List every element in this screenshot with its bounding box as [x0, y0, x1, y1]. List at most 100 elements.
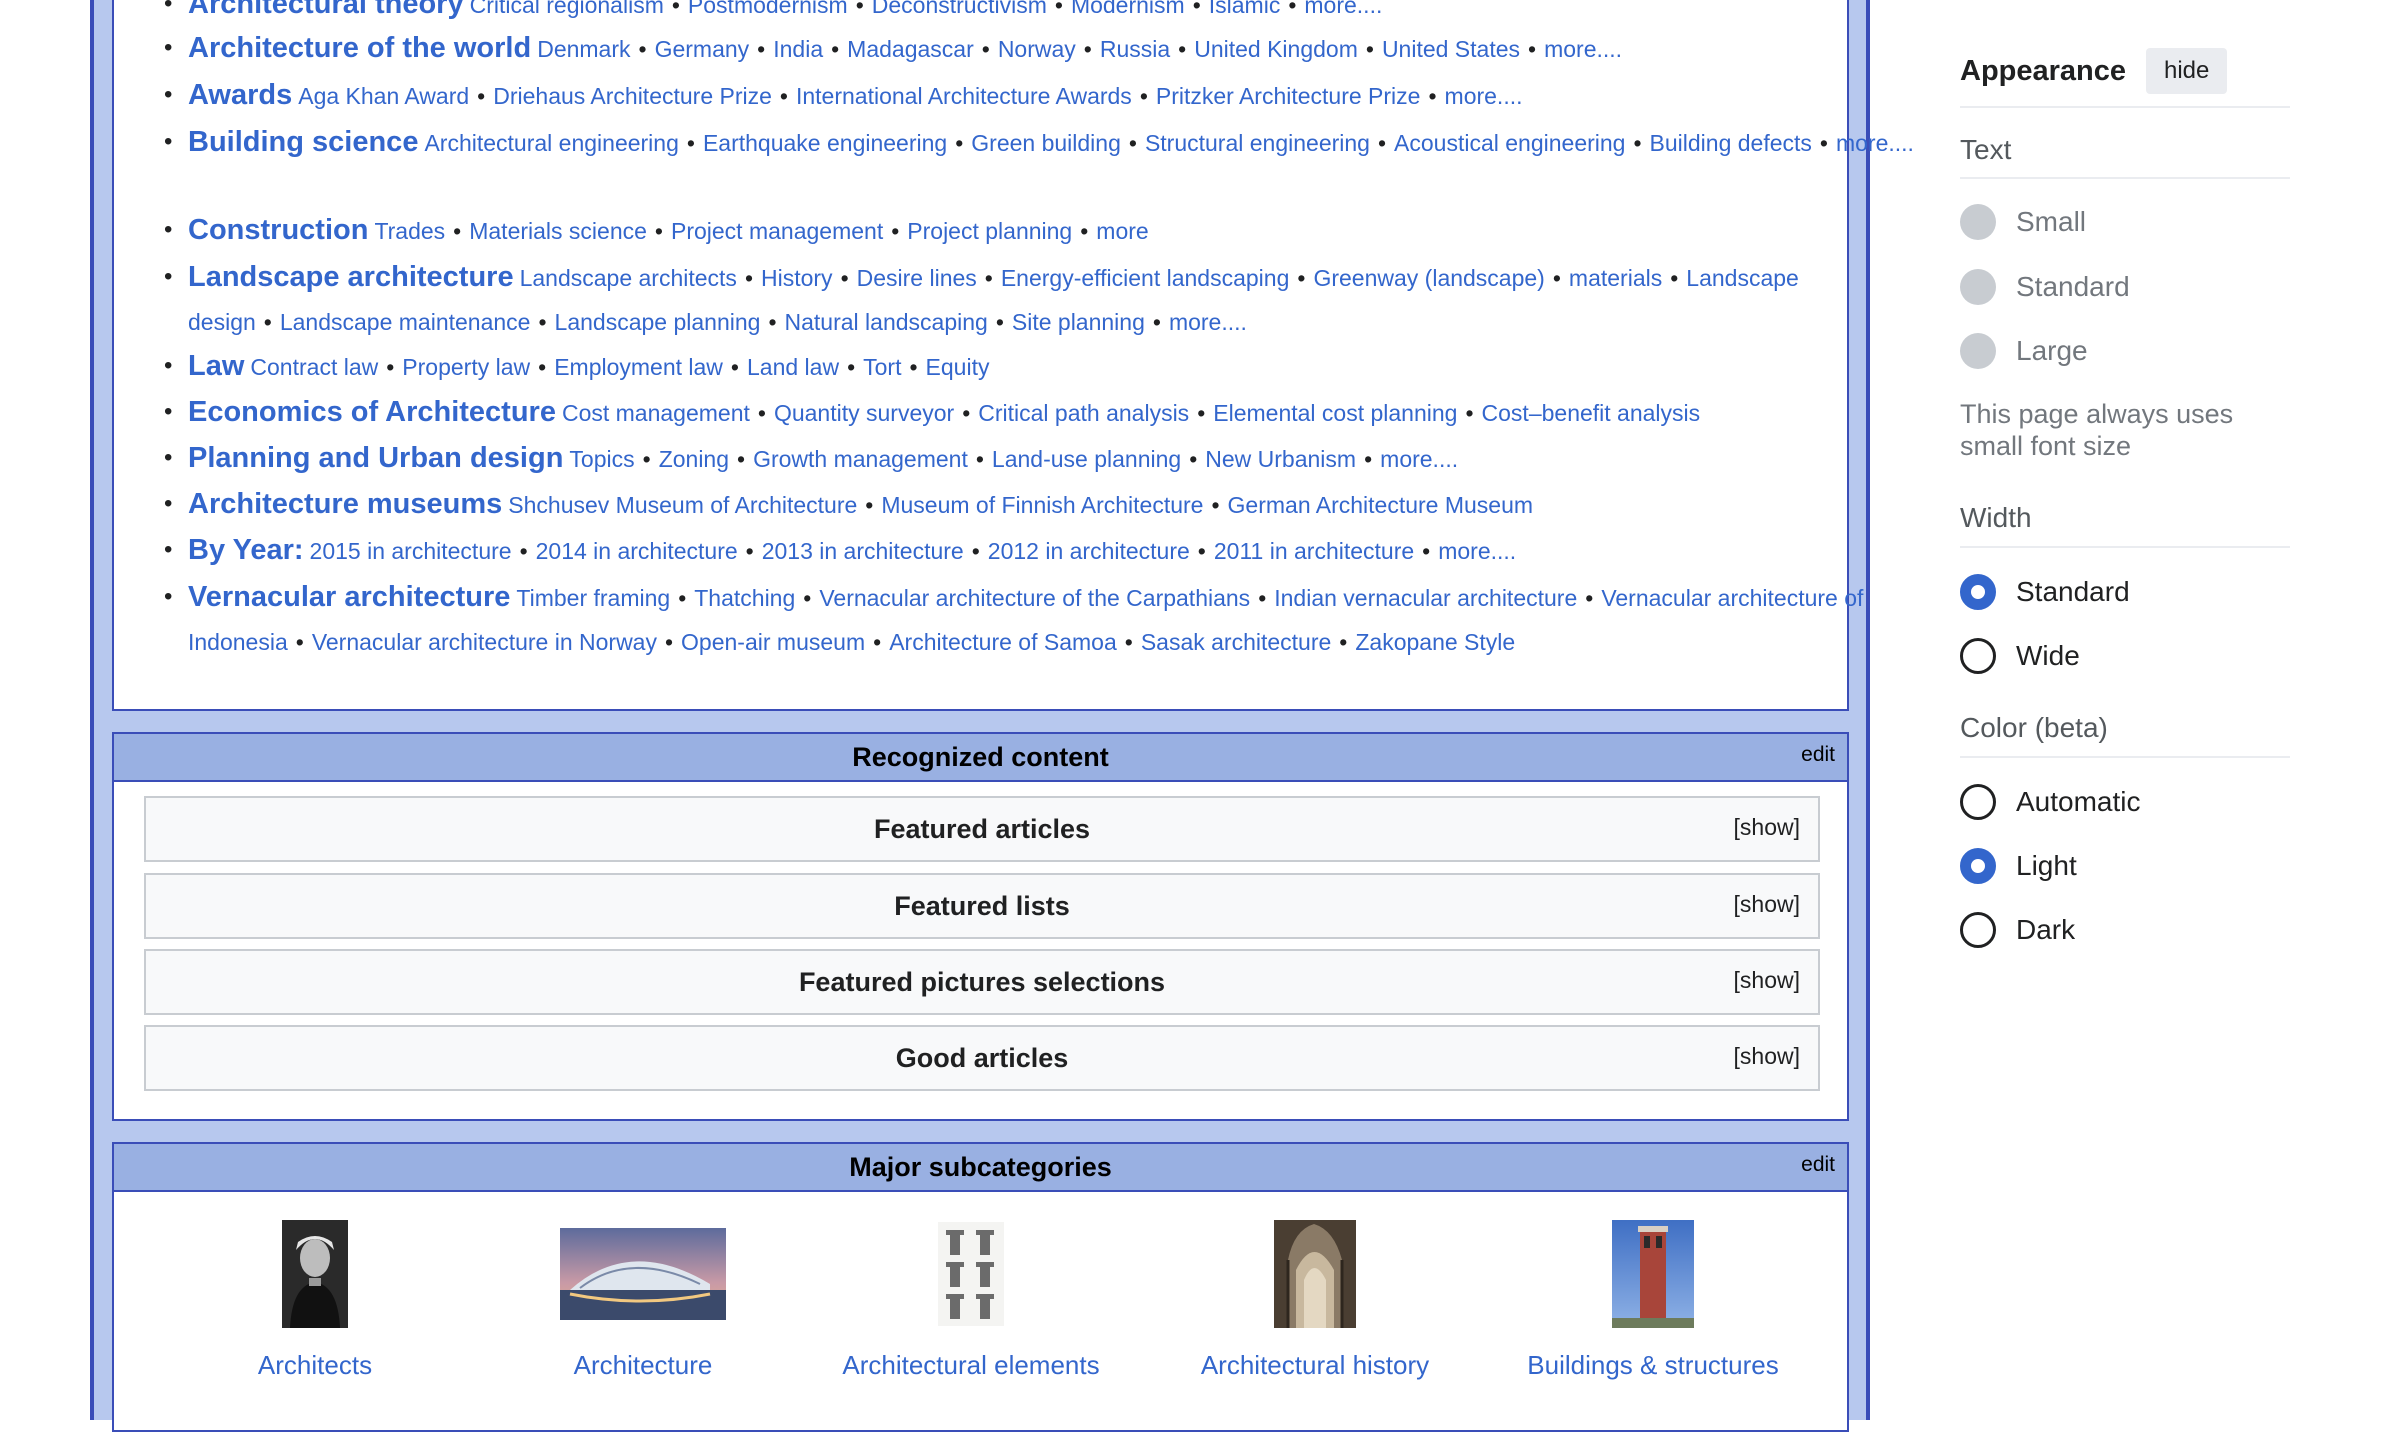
topic-link[interactable]: Natural landscaping: [785, 309, 988, 335]
subcategory-label[interactable]: Architectural history: [1201, 1350, 1429, 1381]
topic-link[interactable]: Zakopane Style: [1355, 629, 1515, 655]
topic-link[interactable]: more....: [1445, 83, 1523, 109]
topic-heading-link[interactable]: Landscape architecture: [188, 261, 514, 293]
topic-link[interactable]: Topics: [569, 446, 634, 472]
column-orders-drawing-icon[interactable]: [938, 1222, 1004, 1326]
topic-link[interactable]: Architectural engineering: [424, 130, 678, 156]
subcategory-architecture[interactable]: Architecture: [560, 1220, 726, 1380]
show-toggle[interactable]: [show]: [1734, 798, 1800, 856]
color-dark-radio[interactable]: [1960, 912, 1996, 948]
topic-link[interactable]: Zoning: [659, 446, 729, 472]
topic-link[interactable]: Site planning: [1012, 309, 1145, 335]
topic-link[interactable]: Critical regionalism: [470, 0, 664, 18]
portrait-photo-icon[interactable]: [282, 1220, 348, 1328]
topic-link[interactable]: Driehaus Architecture Prize: [493, 83, 772, 109]
tower-photo-icon[interactable]: [1612, 1220, 1694, 1328]
topic-link[interactable]: 2012 in architecture: [988, 538, 1190, 564]
topic-heading-link[interactable]: By Year:: [188, 534, 304, 566]
text-large-radio[interactable]: [1960, 333, 1996, 369]
topic-link[interactable]: more....: [1304, 0, 1382, 18]
topic-link[interactable]: Critical path analysis: [978, 400, 1189, 426]
topic-link[interactable]: Greenway (landscape): [1313, 265, 1544, 291]
topic-link[interactable]: more....: [1380, 446, 1458, 472]
show-toggle[interactable]: [show]: [1734, 875, 1800, 933]
topic-link[interactable]: Pritzker Architecture Prize: [1156, 83, 1421, 109]
subcategory-label[interactable]: Buildings & structures: [1527, 1350, 1778, 1381]
topic-link[interactable]: Shchusev Museum of Architecture: [508, 492, 857, 518]
topic-link[interactable]: Structural engineering: [1145, 130, 1370, 156]
topic-link[interactable]: Timber framing: [516, 585, 670, 611]
topic-link[interactable]: Modernism: [1071, 0, 1185, 18]
topic-link[interactable]: Germany: [655, 36, 750, 62]
gothic-interior-photo-icon[interactable]: [1274, 1220, 1356, 1328]
topic-link[interactable]: Growth management: [753, 446, 968, 472]
topic-link[interactable]: Russia: [1100, 36, 1170, 62]
topic-link[interactable]: Land law: [747, 354, 839, 380]
topic-link[interactable]: German Architecture Museum: [1228, 492, 1534, 518]
topic-link[interactable]: 2015 in architecture: [310, 538, 512, 564]
topic-link[interactable]: New Urbanism: [1205, 446, 1356, 472]
width-wide-radio[interactable]: [1960, 638, 1996, 674]
topic-link[interactable]: more....: [1438, 538, 1516, 564]
topic-link[interactable]: 2014 in architecture: [536, 538, 738, 564]
topic-heading-link[interactable]: Architecture of the world: [188, 32, 531, 64]
subcategory-architects[interactable]: Architects: [258, 1220, 372, 1380]
topic-link[interactable]: Tort: [863, 354, 901, 380]
topic-link[interactable]: United States: [1382, 36, 1520, 62]
topic-link[interactable]: Employment law: [554, 354, 723, 380]
show-toggle[interactable]: [show]: [1734, 951, 1800, 1009]
topic-link[interactable]: Project management: [671, 218, 883, 244]
topic-link[interactable]: Deconstructivism: [872, 0, 1047, 18]
color-light-radio[interactable]: [1960, 848, 1996, 884]
topic-link[interactable]: Cost–benefit analysis: [1482, 400, 1701, 426]
subcategory-label[interactable]: Architects: [258, 1350, 372, 1381]
topic-link[interactable]: Desire lines: [857, 265, 977, 291]
subcategory-label[interactable]: Architectural elements: [842, 1350, 1099, 1381]
modern-building-photo-icon[interactable]: [560, 1228, 726, 1320]
subcategory-label[interactable]: Architecture: [574, 1350, 713, 1381]
topic-link[interactable]: Quantity surveyor: [774, 400, 954, 426]
topic-link[interactable]: Elemental cost planning: [1213, 400, 1457, 426]
topic-link[interactable]: Thatching: [694, 585, 795, 611]
topic-link[interactable]: India: [773, 36, 823, 62]
topic-link[interactable]: Earthquake engineering: [703, 130, 947, 156]
hide-button[interactable]: hide: [2146, 48, 2228, 94]
topic-link[interactable]: Land-use planning: [992, 446, 1181, 472]
topic-link[interactable]: Norway: [998, 36, 1076, 62]
topic-link[interactable]: 2011 in architecture: [1214, 538, 1414, 564]
topic-link[interactable]: Indian vernacular architecture: [1274, 585, 1577, 611]
topic-heading-link[interactable]: Law: [188, 350, 244, 382]
topic-heading-link[interactable]: Vernacular architecture: [188, 581, 510, 613]
subcategory-buildings-structures[interactable]: Buildings & structures: [1527, 1220, 1779, 1380]
topic-link[interactable]: Landscape planning: [555, 309, 761, 335]
topic-link[interactable]: Energy-efficient landscaping: [1001, 265, 1290, 291]
topic-heading-link[interactable]: Building science: [188, 126, 418, 158]
topic-link[interactable]: Contract law: [250, 354, 378, 380]
topic-link[interactable]: more....: [1836, 130, 1914, 156]
show-toggle[interactable]: [show]: [1734, 1027, 1800, 1085]
topic-link[interactable]: Vernacular architecture in Norway: [312, 629, 657, 655]
topic-link[interactable]: 2013 in architecture: [762, 538, 964, 564]
topic-heading-link[interactable]: Construction: [188, 214, 368, 246]
subcategory-architectural-history[interactable]: Architectural history: [1201, 1220, 1429, 1380]
topic-link[interactable]: materials: [1569, 265, 1662, 291]
topic-link[interactable]: more: [1096, 218, 1148, 244]
topic-heading-link[interactable]: Awards: [188, 79, 292, 111]
width-standard-radio[interactable]: [1960, 574, 1996, 610]
topic-link[interactable]: Museum of Finnish Architecture: [881, 492, 1203, 518]
topic-link[interactable]: Postmodernism: [688, 0, 848, 18]
topic-link[interactable]: Property law: [402, 354, 530, 380]
topic-link[interactable]: Acoustical engineering: [1394, 130, 1625, 156]
topic-link[interactable]: Islamic: [1209, 0, 1281, 18]
topic-link[interactable]: Green building: [971, 130, 1121, 156]
topic-link[interactable]: History: [761, 265, 833, 291]
topic-link[interactable]: Sasak architecture: [1141, 629, 1331, 655]
topic-link[interactable]: Cost management: [562, 400, 750, 426]
text-small-radio[interactable]: [1960, 204, 1996, 240]
topic-heading-link[interactable]: Architectural theory: [188, 0, 464, 20]
topic-link[interactable]: Trades: [374, 218, 445, 244]
topic-link[interactable]: more....: [1544, 36, 1622, 62]
topic-link[interactable]: Landscape maintenance: [280, 309, 531, 335]
topic-link[interactable]: United Kingdom: [1194, 36, 1358, 62]
topic-link[interactable]: more....: [1169, 309, 1247, 335]
